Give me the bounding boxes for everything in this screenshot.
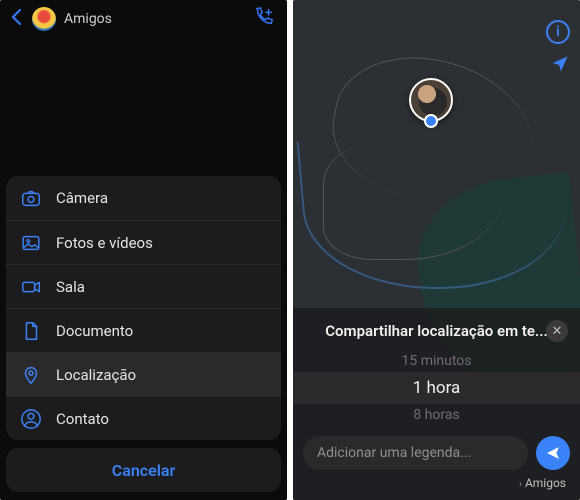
group-avatar[interactable] <box>32 7 56 31</box>
attachment-menu: Câmera Fotos e vídeos Sala Documento <box>6 176 281 440</box>
cancel-button[interactable]: Cancelar <box>6 448 281 492</box>
new-call-icon[interactable] <box>253 6 275 32</box>
caption-input[interactable]: Adicionar uma legenda... <box>303 436 528 470</box>
menu-item-contact[interactable]: Contato <box>6 396 281 440</box>
menu-item-label: Localização <box>56 366 136 384</box>
menu-item-label: Contato <box>56 410 109 428</box>
locate-me-icon[interactable] <box>550 54 570 78</box>
cancel-label: Cancelar <box>112 461 175 480</box>
contact-icon <box>20 408 42 430</box>
info-icon[interactable]: i <box>546 20 570 44</box>
menu-item-label: Câmera <box>56 189 108 207</box>
menu-item-photos-videos[interactable]: Fotos e vídeos <box>6 220 281 264</box>
user-location-pin[interactable] <box>409 78 453 122</box>
document-icon <box>20 320 42 342</box>
duration-option-1h[interactable]: 1 hora <box>293 372 580 404</box>
menu-item-document[interactable]: Documento <box>6 308 281 352</box>
close-icon[interactable]: ✕ <box>546 320 568 342</box>
menu-item-label: Sala <box>56 278 85 296</box>
duration-option-8h[interactable]: 8 horas <box>293 404 580 426</box>
menu-item-room[interactable]: Sala <box>6 264 281 308</box>
gallery-icon <box>20 232 42 254</box>
chevron-right-icon: › <box>519 479 522 490</box>
chat-title[interactable]: Amigos <box>64 11 112 27</box>
duration-picker[interactable]: 15 minutos 1 hora 8 horas <box>293 350 580 426</box>
send-button[interactable] <box>536 436 570 470</box>
send-icon <box>545 445 561 461</box>
menu-item-label: Fotos e vídeos <box>56 234 153 252</box>
caption-row: Adicionar uma legenda... <box>293 426 580 472</box>
caption-placeholder: Adicionar uma legenda... <box>317 445 471 461</box>
menu-item-location[interactable]: Localização <box>6 352 281 396</box>
left-screenshot: Amigos Câmera Fotos e vídeos <box>0 0 287 500</box>
location-dot-icon <box>424 114 438 128</box>
attachment-sheet-wrap: Câmera Fotos e vídeos Sala Documento <box>6 176 281 492</box>
back-icon[interactable] <box>10 8 24 30</box>
share-live-location-panel: Compartilhar localização em te... ✕ 15 m… <box>293 308 580 500</box>
recipient-row[interactable]: › Amigos <box>293 472 580 490</box>
share-title-row: Compartilhar localização em te... ✕ <box>293 318 580 350</box>
location-pin-icon <box>20 364 42 386</box>
menu-item-camera[interactable]: Câmera <box>6 176 281 220</box>
duration-option-15m[interactable]: 15 minutos <box>293 350 580 372</box>
video-room-icon <box>20 276 42 298</box>
right-screenshot: i Compartilhar localização em te... ✕ 15… <box>293 0 580 500</box>
recipient-label: Amigos <box>525 476 566 490</box>
share-title: Compartilhar localização em te... <box>325 322 548 340</box>
camera-icon <box>20 187 42 209</box>
chat-header: Amigos <box>0 0 287 38</box>
menu-item-label: Documento <box>56 322 133 340</box>
